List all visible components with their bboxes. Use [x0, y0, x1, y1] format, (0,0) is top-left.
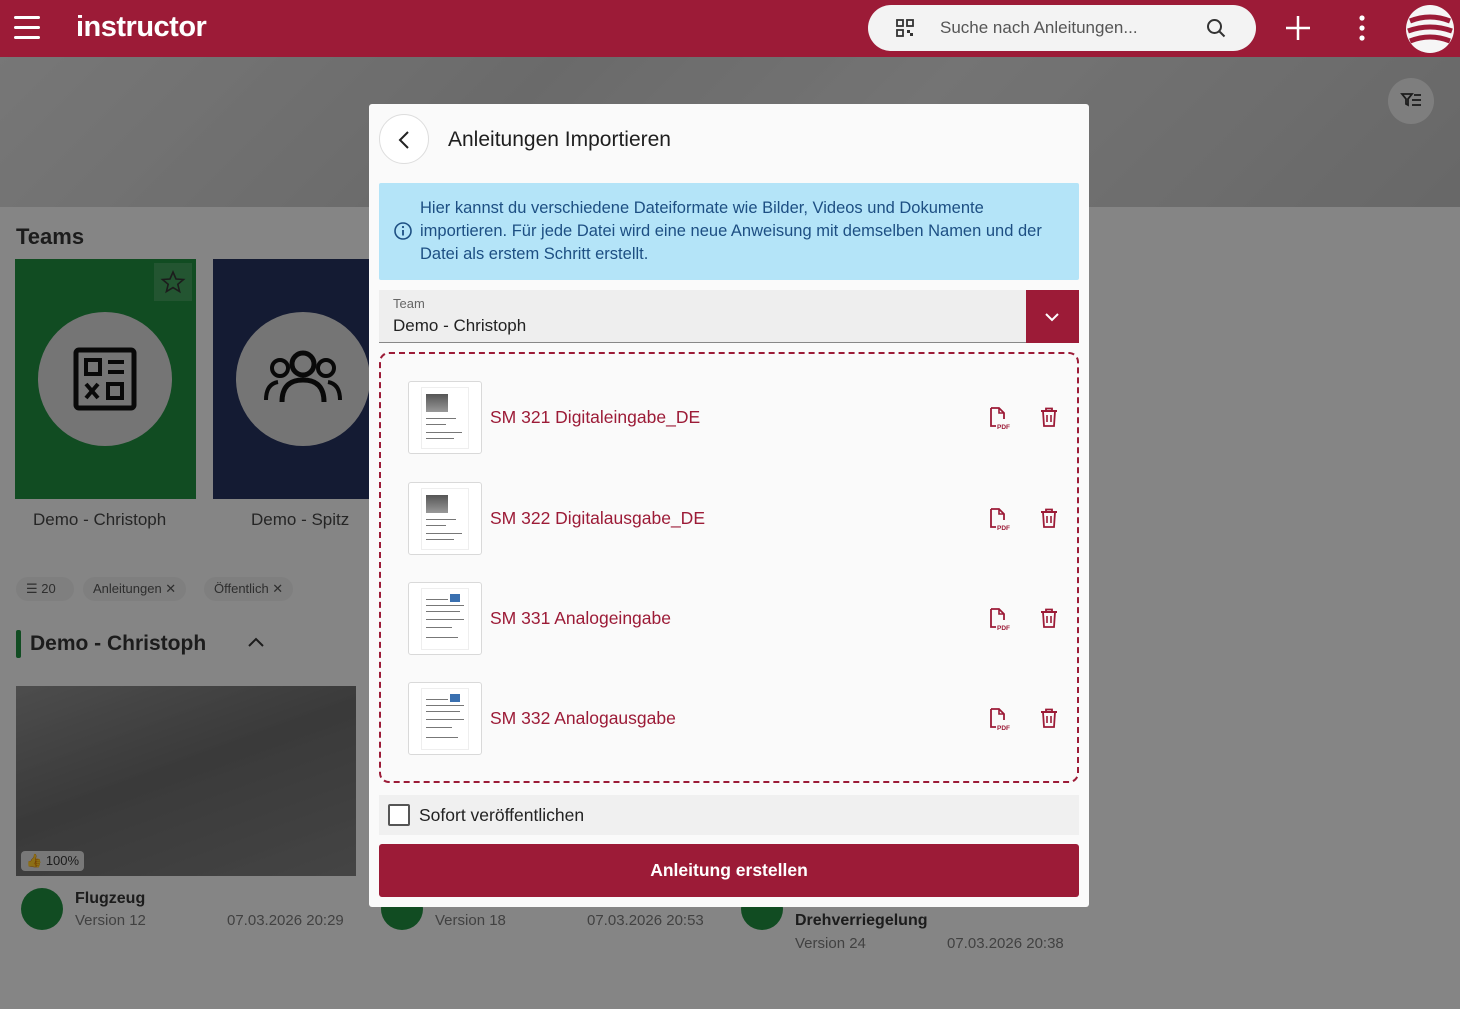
file-thumbnail: [408, 682, 482, 755]
info-icon: [394, 222, 412, 240]
svg-text:PDF: PDF: [997, 525, 1010, 531]
info-message: Hier kannst du verschiedene Dateiformate…: [379, 183, 1079, 280]
trash-icon[interactable]: [1038, 406, 1060, 428]
file-item: SM 331 Analogeingabe PDF: [408, 582, 1057, 656]
add-icon[interactable]: [1284, 14, 1312, 42]
file-name: SM 322 Digitalausgabe_DE: [490, 508, 705, 528]
chevron-down-icon: [1045, 313, 1059, 322]
dialog-title: Anleitungen Importieren: [448, 128, 671, 151]
pdf-icon[interactable]: PDF: [986, 507, 1010, 531]
publish-checkbox[interactable]: [388, 804, 410, 826]
back-button[interactable]: [379, 114, 429, 164]
avatar-flag-icon: [1407, 14, 1453, 44]
file-item: SM 332 Analogausgabe PDF: [408, 682, 1057, 756]
file-name: SM 332 Analogausgabe: [490, 708, 676, 728]
svg-text:PDF: PDF: [997, 424, 1010, 430]
pdf-icon[interactable]: PDF: [986, 607, 1010, 631]
file-item: SM 322 Digitalausgabe_DE PDF: [408, 482, 1057, 556]
team-select[interactable]: Team Demo - Christoph: [379, 290, 1079, 343]
search-bar[interactable]: [868, 5, 1256, 51]
menu-icon[interactable]: [14, 16, 40, 40]
file-dropzone[interactable]: SM 321 Digitaleingabe_DE PDF SM 322 Digi…: [379, 352, 1079, 783]
file-thumbnail: [408, 482, 482, 555]
team-select-value: Demo - Christoph: [393, 316, 527, 335]
pdf-icon[interactable]: PDF: [986, 406, 1010, 430]
svg-text:PDF: PDF: [997, 725, 1010, 731]
trash-icon[interactable]: [1038, 507, 1060, 529]
file-thumbnail: [408, 381, 482, 454]
trash-icon[interactable]: [1038, 707, 1060, 729]
user-avatar[interactable]: [1406, 5, 1454, 53]
chevron-left-icon: [398, 131, 409, 149]
file-name: SM 321 Digitaleingabe_DE: [490, 407, 701, 427]
team-select-label: Team: [393, 296, 425, 311]
pdf-icon[interactable]: PDF: [986, 707, 1010, 731]
import-dialog: Anleitungen Importieren Hier kannst du v…: [369, 104, 1089, 907]
qr-scan-icon[interactable]: [896, 19, 914, 37]
file-thumbnail: [408, 582, 482, 655]
file-item: SM 321 Digitaleingabe_DE PDF: [408, 381, 1057, 455]
app-logo[interactable]: instructor: [76, 11, 207, 44]
create-instruction-button[interactable]: Anleitung erstellen: [379, 844, 1079, 897]
more-options-icon[interactable]: [1354, 14, 1370, 42]
team-dropdown-button[interactable]: [1026, 290, 1079, 343]
trash-icon[interactable]: [1038, 607, 1060, 629]
top-app-bar: instructor: [0, 0, 1460, 57]
file-name: SM 331 Analogeingabe: [490, 608, 671, 628]
search-icon[interactable]: [1206, 18, 1226, 38]
publish-label[interactable]: Sofort veröffentlichen: [419, 805, 584, 826]
publish-option[interactable]: Sofort veröffentlichen: [379, 795, 1079, 835]
search-input[interactable]: [940, 17, 1200, 39]
svg-text:PDF: PDF: [997, 625, 1010, 631]
info-text: Hier kannst du verschiedene Dateiformate…: [420, 199, 1042, 263]
